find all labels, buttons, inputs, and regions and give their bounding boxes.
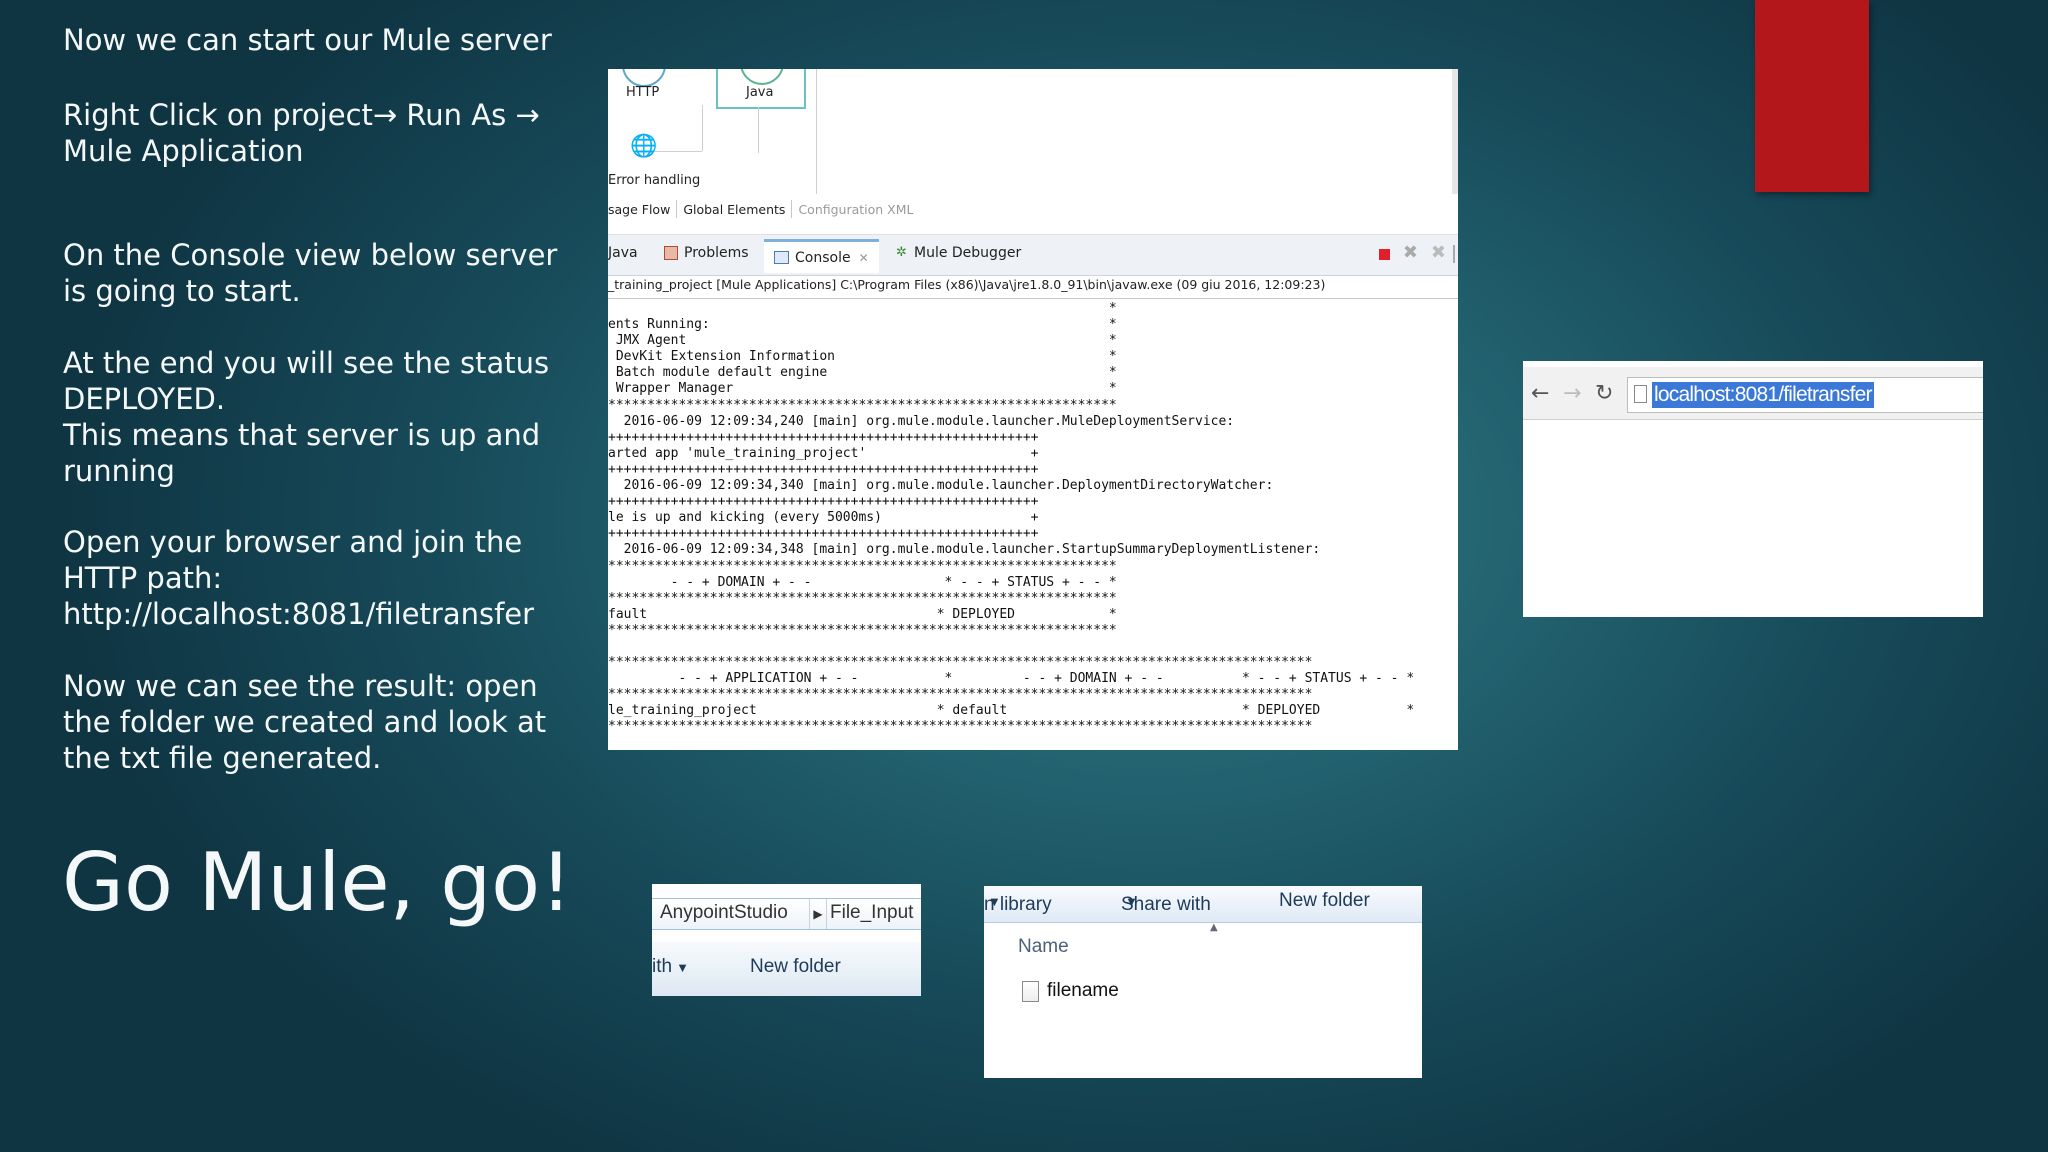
explorer-breadcrumb-window: AnypointStudio ▶ File_Input ith ▼ New fol…: [652, 884, 921, 996]
text-file-icon: [1022, 980, 1039, 1002]
result-note: Now we can see the result: open the fold…: [63, 669, 547, 775]
tab-mule-debugger[interactable]: ✲ Mule Debugger: [896, 245, 1021, 261]
console-line: ++++++++++++++++++++++++++++++++++++++++…: [608, 494, 1039, 510]
console-line: - - + APPLICATION + - - * - - + DOMAIN +…: [608, 671, 1415, 687]
chevron-down-icon: ▼: [676, 960, 689, 975]
tab-console[interactable]: Console ✕: [764, 239, 879, 273]
close-icon[interactable]: ✕: [859, 251, 869, 265]
new-folder-button[interactable]: New folder: [750, 956, 841, 978]
browser-toolbar: ← → ↻ localhost:8081/filetransfer: [1523, 367, 1983, 420]
chevron-right-icon[interactable]: ▶: [809, 899, 827, 929]
console-note: On the Console view below server is goin…: [63, 238, 558, 308]
address-bar[interactable]: localhost:8081/filetransfer: [1627, 377, 1983, 413]
explorer-toolbar: ith ▼ New folder: [652, 942, 921, 996]
new-folder-button[interactable]: New folder: [1279, 890, 1370, 912]
console-line: ++++++++++++++++++++++++++++++++++++++++…: [608, 429, 1039, 445]
forward-icon[interactable]: →: [1563, 381, 1581, 406]
console-line: Batch module default engine *: [608, 365, 1117, 381]
breadcrumb-anypointstudio[interactable]: AnypointStudio: [660, 902, 788, 924]
url-text[interactable]: localhost:8081/filetransfer: [1652, 382, 1874, 408]
flow-connector: [702, 105, 703, 151]
debugger-icon: ✲: [896, 245, 907, 260]
console-line: Wrapper Manager *: [608, 381, 1117, 397]
accent-bar: [1755, 0, 1869, 192]
tab-global-elements[interactable]: Global Elements: [677, 202, 791, 217]
console-line: fault * DEPLOYED *: [608, 606, 1117, 622]
run-instructions: Right Click on project→ Run As → Mule Ap…: [63, 98, 540, 168]
console-line: 2016-06-09 12:09:34,240 [main] org.mule.…: [608, 413, 1235, 429]
toolbar-divider: [1453, 245, 1455, 263]
terminate-icon[interactable]: [1379, 249, 1390, 260]
browser-window: ← → ↻ localhost:8081/filetransfer: [1523, 361, 1983, 617]
console-line: ****************************************…: [608, 558, 1117, 574]
http-node-label: HTTP: [626, 85, 660, 100]
flow-connector: [758, 107, 759, 153]
console-line: arted app 'mule_training_project' +: [608, 445, 1039, 461]
tab-problems[interactable]: Problems: [664, 245, 749, 261]
error-handling-label: Error handling: [608, 173, 701, 188]
console-line: DevKit Extension Information *: [608, 349, 1117, 365]
console-line: 2016-06-09 12:09:34,348 [main] org.mule.…: [608, 542, 1321, 558]
chevron-down-icon: ▼: [988, 894, 1001, 909]
console-line: ****************************************…: [608, 655, 1313, 671]
console-output: * ents Running: * JMX Agent * DevKit Exte…: [608, 301, 1458, 736]
flow-boundary: [816, 69, 817, 194]
tab-java[interactable]: Java: [608, 245, 638, 261]
status-note: At the end you will see the status DEPLO…: [63, 346, 550, 488]
breadcrumb-file-input[interactable]: File_Input: [830, 902, 913, 924]
remove-launch-icon[interactable]: ✖: [1403, 242, 1418, 263]
editor-tabs: sage Flow Global Elements Configuration …: [608, 197, 920, 221]
console-line: ents Running: *: [608, 317, 1117, 333]
file-name: filename: [1047, 980, 1119, 1001]
canvas-scrollbar[interactable]: [1452, 69, 1458, 194]
remove-all-icon[interactable]: ✖: [1431, 242, 1446, 263]
console-line: ++++++++++++++++++++++++++++++++++++++++…: [608, 526, 1039, 542]
anypoint-studio-screenshot: HTTP Java 🌐 Error handling sage Flow Glo…: [608, 69, 1458, 750]
console-line: ++++++++++++++++++++++++++++++++++++++++…: [608, 461, 1039, 477]
console-line: ****************************************…: [608, 590, 1117, 606]
breadcrumb: AnypointStudio ▶ File_Input: [652, 898, 921, 930]
console-line: JMX Agent *: [608, 333, 1117, 349]
java-node-icon: [740, 69, 784, 85]
java-node[interactable]: Java: [716, 69, 806, 109]
process-line: _training_project [Mule Applications] C:…: [608, 277, 1326, 292]
console-line: - - + DOMAIN + - - * - - + STATUS + - - …: [608, 574, 1117, 590]
chevron-down-icon: ▼: [1125, 894, 1138, 909]
back-icon[interactable]: ←: [1531, 381, 1549, 406]
console-line: le_training_project * default * DEPLOYED…: [608, 703, 1415, 719]
list-item[interactable]: filename: [1022, 980, 1119, 1002]
console-line: le is up and kicking (every 5000ms) +: [608, 510, 1039, 526]
console-line: *: [608, 301, 1117, 316]
sort-up-icon: ▲: [1210, 922, 1218, 933]
java-node-label: Java: [746, 85, 774, 100]
intro-text: Now we can start our Mule server: [63, 23, 552, 57]
flow-connector: [652, 151, 702, 152]
console-line: ****************************************…: [608, 719, 1313, 735]
console-line: ****************************************…: [608, 687, 1313, 703]
browser-note: Open your browser and join the HTTP path…: [63, 525, 535, 631]
column-header-name[interactable]: Name: [1018, 936, 1069, 958]
http-node[interactable]: HTTP: [608, 69, 678, 109]
console-icon: [774, 251, 789, 264]
tab-message-flow[interactable]: sage Flow: [608, 202, 676, 217]
console-line: 2016-06-09 12:09:34,340 [main] org.mule.…: [608, 478, 1274, 494]
console-line: ****************************************…: [608, 397, 1117, 413]
explorer-toolbar: n library ▼ Share with ▼ New folder: [984, 886, 1422, 923]
explorer-files-window: n library ▼ Share with ▼ New folder ▲ Name…: [984, 886, 1422, 1078]
page-icon: [1634, 385, 1647, 403]
reload-icon[interactable]: ↻: [1595, 381, 1613, 406]
tab-configuration-xml[interactable]: Configuration XML: [792, 202, 919, 217]
big-title: Go Mule, go!: [62, 836, 573, 929]
globe-icon: 🌐: [630, 134, 658, 159]
share-with-button[interactable]: ith ▼: [652, 956, 689, 978]
console-line: ****************************************…: [608, 622, 1117, 638]
problems-icon: [664, 246, 678, 260]
console-view-tabs: Java Problems Console ✕ ✲ Mule Debugger …: [608, 234, 1458, 276]
flow-canvas: HTTP Java 🌐 Error handling sage Flow Glo…: [608, 69, 1458, 234]
